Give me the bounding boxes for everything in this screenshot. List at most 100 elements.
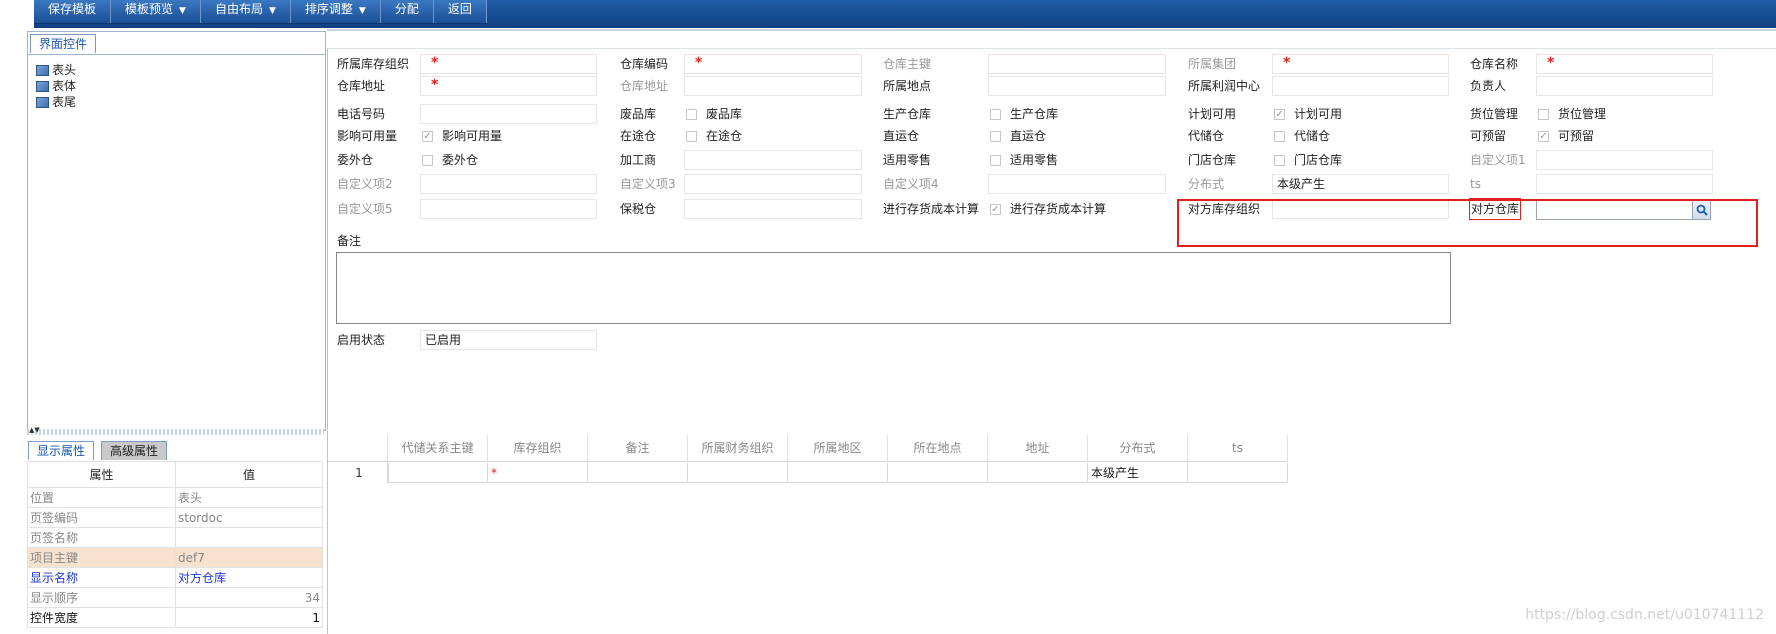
column-header[interactable]: 分布式 [1088,435,1188,461]
field-label-r1c5: 仓库名称 [1470,57,1519,71]
table-row[interactable]: 页签名称 [27,527,323,548]
input-r5c5[interactable] [1536,150,1713,170]
table-row[interactable]: 页签编码 stordoc [27,507,323,528]
grid-cell[interactable]: * [488,463,588,483]
checkbox-r5c4[interactable]: 门店仓库 [1274,150,1342,170]
checkbox-r7c3[interactable]: ✓ 进行存货成本计算 [990,199,1106,219]
column-header[interactable]: 库存组织 [488,435,588,461]
checkbox-r5c3[interactable]: 适用零售 [990,150,1058,170]
grid-cell[interactable] [588,463,688,483]
table-row[interactable]: 位置 表头 [27,487,323,508]
input-r7c1[interactable] [420,199,597,219]
input-r6c2[interactable] [684,174,862,194]
checkbox-box[interactable] [1274,154,1285,166]
checkbox-r4c5[interactable]: ✓ 可预留 [1538,126,1594,146]
checkbox-r3c4[interactable]: ✓ 计划可用 [1274,104,1342,124]
input-r2c4[interactable] [1272,76,1449,96]
input-r1c5[interactable] [1536,54,1713,74]
prop-value[interactable] [175,527,323,548]
panel-splitter[interactable] [27,429,324,435]
back-button[interactable]: 返回 [434,0,487,23]
field-label-r2c3: 所属地点 [883,79,932,93]
input-r1c4[interactable] [1272,54,1449,74]
checkbox-box[interactable] [990,130,1001,142]
prop-value[interactable]: stordoc [175,507,323,528]
input-r2c5[interactable] [1536,76,1713,96]
checkbox-box[interactable] [990,108,1001,120]
table-row[interactable]: 显示顺序 34 [27,587,323,608]
prop-value[interactable]: 1 [175,607,323,628]
field-label-r5c5: 自定义项1 [1470,153,1526,167]
checkbox-r3c2[interactable]: 废品库 [686,104,742,124]
template-preview-button[interactable]: 模板预览 ▼ [111,0,201,23]
checkbox-box[interactable] [686,108,697,120]
checkbox-box[interactable]: ✓ [990,203,1001,215]
input-r2c2[interactable] [684,76,862,96]
input-r3c1[interactable] [420,104,597,124]
assign-button[interactable]: 分配 [381,0,434,23]
status-input[interactable]: 已启用 [420,330,597,350]
prop-value[interactable]: 34 [175,587,323,608]
tab-advanced-properties[interactable]: 高级属性 [101,441,168,460]
column-header[interactable]: 所属地区 [788,435,888,461]
input-r1c3[interactable] [988,54,1166,74]
checkbox-box[interactable]: ✓ [422,130,433,142]
grid-cell[interactable] [988,463,1088,483]
input-r1c1[interactable] [420,54,597,74]
column-header[interactable]: 地址 [988,435,1088,461]
grid-cell[interactable] [388,463,488,483]
toolbar-buttons: 保存模板 模板预览 ▼ 自由布局 ▼ 排序调整 ▼ 分配 返回 [34,0,487,24]
input-r6c4[interactable]: 本级产生 [1272,174,1449,194]
checkbox-box[interactable] [686,130,697,142]
table-row[interactable]: 项目主键 def7 [27,547,323,568]
sort-adjust-button[interactable]: 排序调整 ▼ [291,0,381,23]
grid-cell[interactable] [1188,463,1288,483]
checkbox-r3c5[interactable]: 货位管理 [1538,104,1606,124]
save-template-button[interactable]: 保存模板 [34,0,112,23]
input-r6c1[interactable] [420,174,597,194]
grid-cell[interactable] [688,463,788,483]
column-header[interactable]: ts [1188,435,1288,461]
input-r2c1[interactable] [420,76,597,96]
table-row[interactable]: 显示名称 对方仓库 [27,567,323,588]
checkbox-box[interactable] [422,154,433,166]
tree-item-header[interactable]: 表头 [36,62,76,78]
free-layout-button[interactable]: 自由布局 ▼ [201,0,291,23]
checkbox-box[interactable] [990,154,1001,166]
prop-value[interactable]: 表头 [175,487,323,508]
tab-display-properties[interactable]: 显示属性 [28,441,95,460]
column-header[interactable]: 所在地点 [888,435,988,461]
input-r2c3[interactable] [988,76,1166,96]
checkbox-box[interactable] [1274,130,1285,142]
prop-value[interactable]: def7 [175,547,323,568]
splitter-arrows-icon[interactable]: ▲▼ [29,426,40,434]
prop-value[interactable]: 对方仓库 [175,567,323,588]
checkbox-r4c3[interactable]: 直运仓 [990,126,1046,146]
input-r5c2[interactable] [684,150,862,170]
column-header[interactable]: 所属财务组织 [688,435,788,461]
input-r1c2[interactable] [684,54,862,74]
checkbox-r4c4[interactable]: 代储仓 [1274,126,1330,146]
column-header[interactable]: 备注 [588,435,688,461]
column-header[interactable]: 代储关系主键 [388,435,488,461]
checkbox-box[interactable] [1538,108,1549,120]
checkbox-r4c1[interactable]: ✓ 影响可用量 [422,126,502,146]
checkbox-box[interactable]: ✓ [1274,108,1285,120]
input-r6c5[interactable] [1536,174,1713,194]
tree-item-footer[interactable]: 表尾 [36,94,76,110]
checkbox-box[interactable]: ✓ [1538,130,1549,142]
checkbox-r3c3[interactable]: 生产仓库 [990,104,1058,124]
table-row[interactable]: 控件宽度 1 [27,607,323,628]
checkbox-r5c1[interactable]: 委外仓 [422,150,478,170]
checkbox-r4c2[interactable]: 在途仓 [686,126,742,146]
tab-ui-controls[interactable]: 界面控件 [30,34,97,53]
grid-cell[interactable]: 本级产生 [1088,463,1188,483]
input-r7c2[interactable] [684,199,862,219]
remark-textarea[interactable] [336,252,1451,324]
field-label-r6c1: 自定义项2 [337,177,393,191]
tree-item-body[interactable]: 表体 [36,78,76,94]
table-row[interactable]: 1 * 本级产生 [328,463,1288,483]
grid-cell[interactable] [888,463,988,483]
input-r6c3[interactable] [988,174,1166,194]
grid-cell[interactable] [788,463,888,483]
